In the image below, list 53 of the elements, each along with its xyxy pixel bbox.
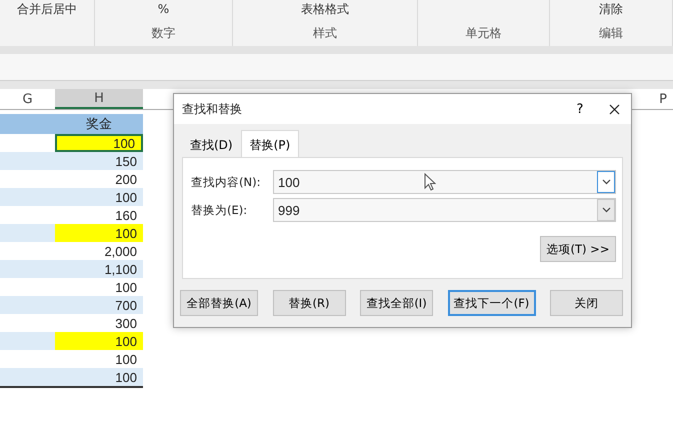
- tab[interactable]: 查找(D): [182, 134, 241, 157]
- ribbon-command[interactable]: %: [158, 2, 170, 16]
- table-cell-text: 100: [114, 350, 138, 368]
- table-cell-text: 160: [114, 206, 138, 224]
- dialog-button[interactable]: 关闭: [550, 290, 623, 316]
- table-cell-text: 300: [114, 314, 138, 332]
- dropdown-button[interactable]: [597, 199, 615, 221]
- field-label: 替换为(E):: [191, 202, 248, 218]
- table-cell: 1,100: [55, 260, 143, 278]
- field-label: 查找内容(N):: [191, 174, 262, 190]
- tab[interactable]: 替换(P): [240, 130, 300, 157]
- column-header[interactable]: P: [653, 89, 673, 109]
- ribbon-command[interactable]: 表格格式: [301, 2, 349, 16]
- column-header[interactable]: H: [55, 89, 143, 109]
- table-cell: 100: [55, 332, 143, 350]
- row-band: [0, 260, 55, 278]
- options-button[interactable]: 选项(T) >>: [540, 236, 616, 262]
- row-band: [0, 224, 55, 242]
- table-cell: 100: [55, 368, 143, 386]
- input-field[interactable]: 999: [273, 198, 616, 222]
- dialog-title: 查找和替换: [182, 100, 243, 118]
- mouse-pointer-icon: [424, 173, 436, 191]
- table-cell: 700: [55, 296, 143, 314]
- table-cell-text: 2,000: [103, 242, 138, 260]
- dialog-button[interactable]: 替换(R): [272, 290, 346, 316]
- row-band: [0, 368, 55, 386]
- column-title: 奖金: [86, 116, 112, 133]
- dialog-button[interactable]: 全部替换(A): [180, 290, 258, 316]
- chevron-icon: [602, 179, 610, 185]
- group-label: 样式: [313, 25, 337, 42]
- row-band: [0, 296, 55, 314]
- table-cell-text: 100: [114, 278, 138, 296]
- ribbon-command[interactable]: 清除: [599, 2, 623, 16]
- table-cell: 100: [55, 224, 143, 242]
- help-button[interactable]: ?: [563, 96, 597, 122]
- row-band: [0, 332, 55, 350]
- table-cell-text: 200: [114, 170, 138, 188]
- table-cell: 100: [55, 134, 143, 152]
- dialog-button[interactable]: 查找全部(I): [360, 290, 433, 316]
- chevron-icon: [602, 207, 610, 213]
- close-icon: [608, 104, 620, 114]
- dialog-button[interactable]: 查找下一个(F): [448, 290, 536, 316]
- input-field[interactable]: 100: [273, 170, 616, 194]
- ribbon-command[interactable]: 合并后居中: [17, 2, 77, 16]
- dropdown-button[interactable]: [597, 171, 615, 193]
- group-label: 单元格: [466, 25, 502, 42]
- table-cell: 100: [55, 188, 143, 206]
- row-band: [0, 188, 55, 206]
- row-band: [0, 152, 55, 170]
- column-header[interactable]: G: [0, 89, 55, 109]
- group-label: 编辑: [599, 25, 623, 42]
- table-cell: 150: [55, 152, 143, 170]
- group-label: 数字: [152, 25, 176, 42]
